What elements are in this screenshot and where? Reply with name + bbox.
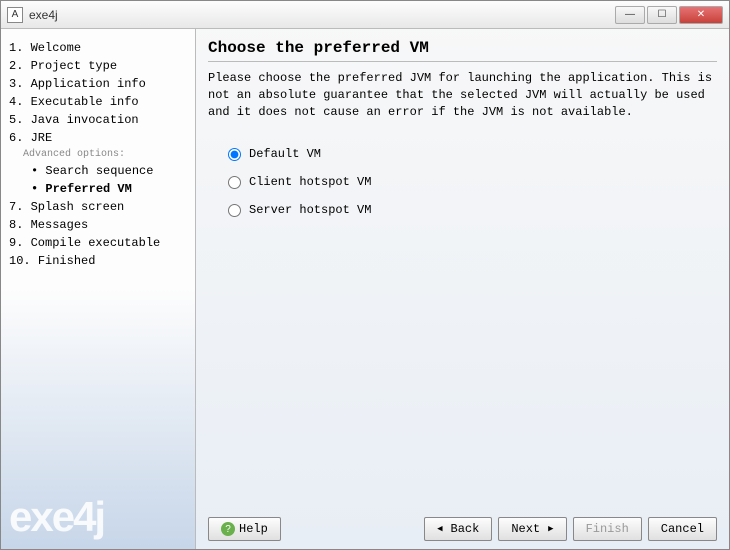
vm-radio-group: Default VM Client hotspot VM Server hots… xyxy=(208,140,717,224)
step-splash-screen[interactable]: 7. Splash screen xyxy=(9,198,187,216)
step-messages[interactable]: 8. Messages xyxy=(9,216,187,234)
step-welcome[interactable]: 1. Welcome xyxy=(9,39,187,57)
titlebar[interactable]: A exe4j — ☐ ✕ xyxy=(1,1,729,29)
button-bar: ? Help Back Next Finish Cancel xyxy=(208,509,717,541)
radio-label: Server hotspot VM xyxy=(249,203,371,217)
close-button[interactable]: ✕ xyxy=(679,6,723,24)
radio-input-client[interactable] xyxy=(228,176,241,189)
radio-input-default[interactable] xyxy=(228,148,241,161)
nav-buttons: Back Next Finish Cancel xyxy=(424,517,717,541)
step-finished[interactable]: 10. Finished xyxy=(9,252,187,270)
page-description: Please choose the preferred JVM for laun… xyxy=(208,70,717,120)
content-area: 1. Welcome 2. Project type 3. Applicatio… xyxy=(1,29,729,549)
brand-logo: exe4j xyxy=(9,493,104,541)
window-controls: — ☐ ✕ xyxy=(613,6,723,24)
minimize-button[interactable]: — xyxy=(615,6,645,24)
radio-default-vm[interactable]: Default VM xyxy=(228,140,717,168)
help-icon: ? xyxy=(221,522,235,536)
next-button[interactable]: Next xyxy=(498,517,566,541)
window-title: exe4j xyxy=(29,8,613,22)
cancel-button[interactable]: Cancel xyxy=(648,517,717,541)
step-jre[interactable]: 6. JRE xyxy=(9,129,187,147)
step-compile-executable[interactable]: 9. Compile executable xyxy=(9,234,187,252)
maximize-button[interactable]: ☐ xyxy=(647,6,677,24)
step-executable-info[interactable]: 4. Executable info xyxy=(9,93,187,111)
sidebar: 1. Welcome 2. Project type 3. Applicatio… xyxy=(1,29,196,549)
radio-input-server[interactable] xyxy=(228,204,241,217)
main-panel: Choose the preferred VM Please choose th… xyxy=(196,29,729,549)
radio-label: Default VM xyxy=(249,147,321,161)
help-label: Help xyxy=(239,522,268,536)
radio-label: Client hotspot VM xyxy=(249,175,371,189)
step-application-info[interactable]: 3. Application info xyxy=(9,75,187,93)
step-java-invocation[interactable]: 5. Java invocation xyxy=(9,111,187,129)
radio-server-hotspot[interactable]: Server hotspot VM xyxy=(228,196,717,224)
step-project-type[interactable]: 2. Project type xyxy=(9,57,187,75)
advanced-options-header: Advanced options: xyxy=(9,147,187,162)
page-title: Choose the preferred VM xyxy=(208,39,717,62)
substep-search-sequence[interactable]: • Search sequence xyxy=(9,162,187,180)
app-window: A exe4j — ☐ ✕ 1. Welcome 2. Project type… xyxy=(0,0,730,550)
back-button[interactable]: Back xyxy=(424,517,492,541)
finish-button: Finish xyxy=(573,517,642,541)
substep-preferred-vm[interactable]: • Preferred VM xyxy=(9,180,187,198)
help-button[interactable]: ? Help xyxy=(208,517,281,541)
app-icon: A xyxy=(7,7,23,23)
radio-client-hotspot[interactable]: Client hotspot VM xyxy=(228,168,717,196)
